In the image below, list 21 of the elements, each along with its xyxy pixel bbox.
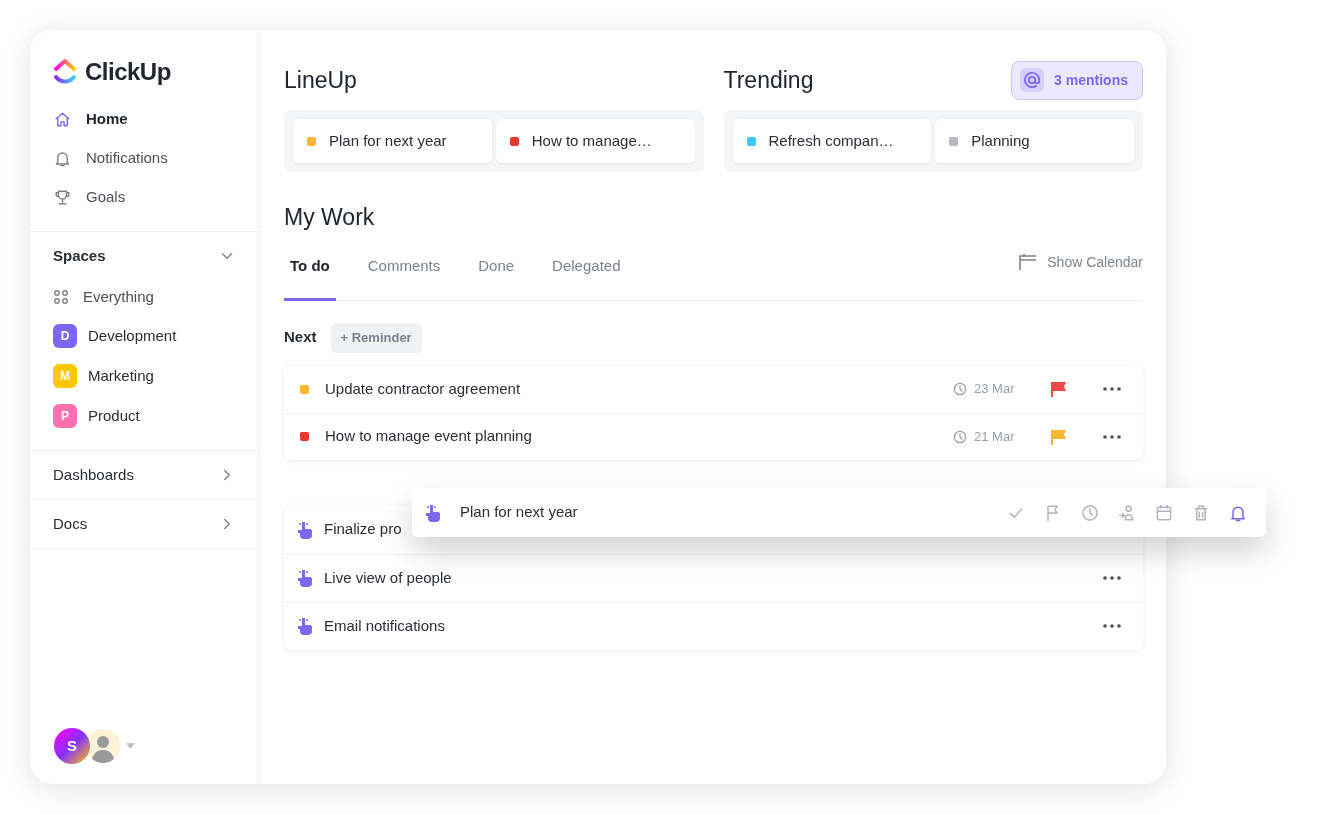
space-avatar: D	[53, 324, 77, 348]
section-title: Trending	[723, 65, 814, 95]
task-title: Plan for next year	[329, 130, 447, 151]
task-title: Finalize pro	[324, 519, 403, 540]
section-title: My Work	[284, 203, 376, 232]
due-date: 23 Mar	[974, 380, 1016, 399]
task-title: Update contractor agreement	[325, 378, 522, 399]
due-date: 21 Mar	[974, 427, 1016, 446]
task-title: Email notifications	[324, 615, 446, 636]
brand-name: ClickUp	[85, 57, 171, 87]
task-title: How to manage event planning	[325, 426, 533, 447]
section-title: Spaces	[53, 245, 106, 266]
task-title: Refresh compan…	[768, 130, 894, 151]
task-title: Plan for next year	[460, 502, 579, 523]
task-title: Live view of people	[324, 567, 453, 588]
section-title: LineUp	[284, 65, 357, 95]
space-avatar: P	[53, 404, 77, 428]
group-label: Next	[284, 327, 317, 348]
task-title: Planning	[971, 130, 1030, 151]
space-avatar: M	[53, 364, 77, 388]
task-title: How to manage…	[531, 130, 652, 151]
